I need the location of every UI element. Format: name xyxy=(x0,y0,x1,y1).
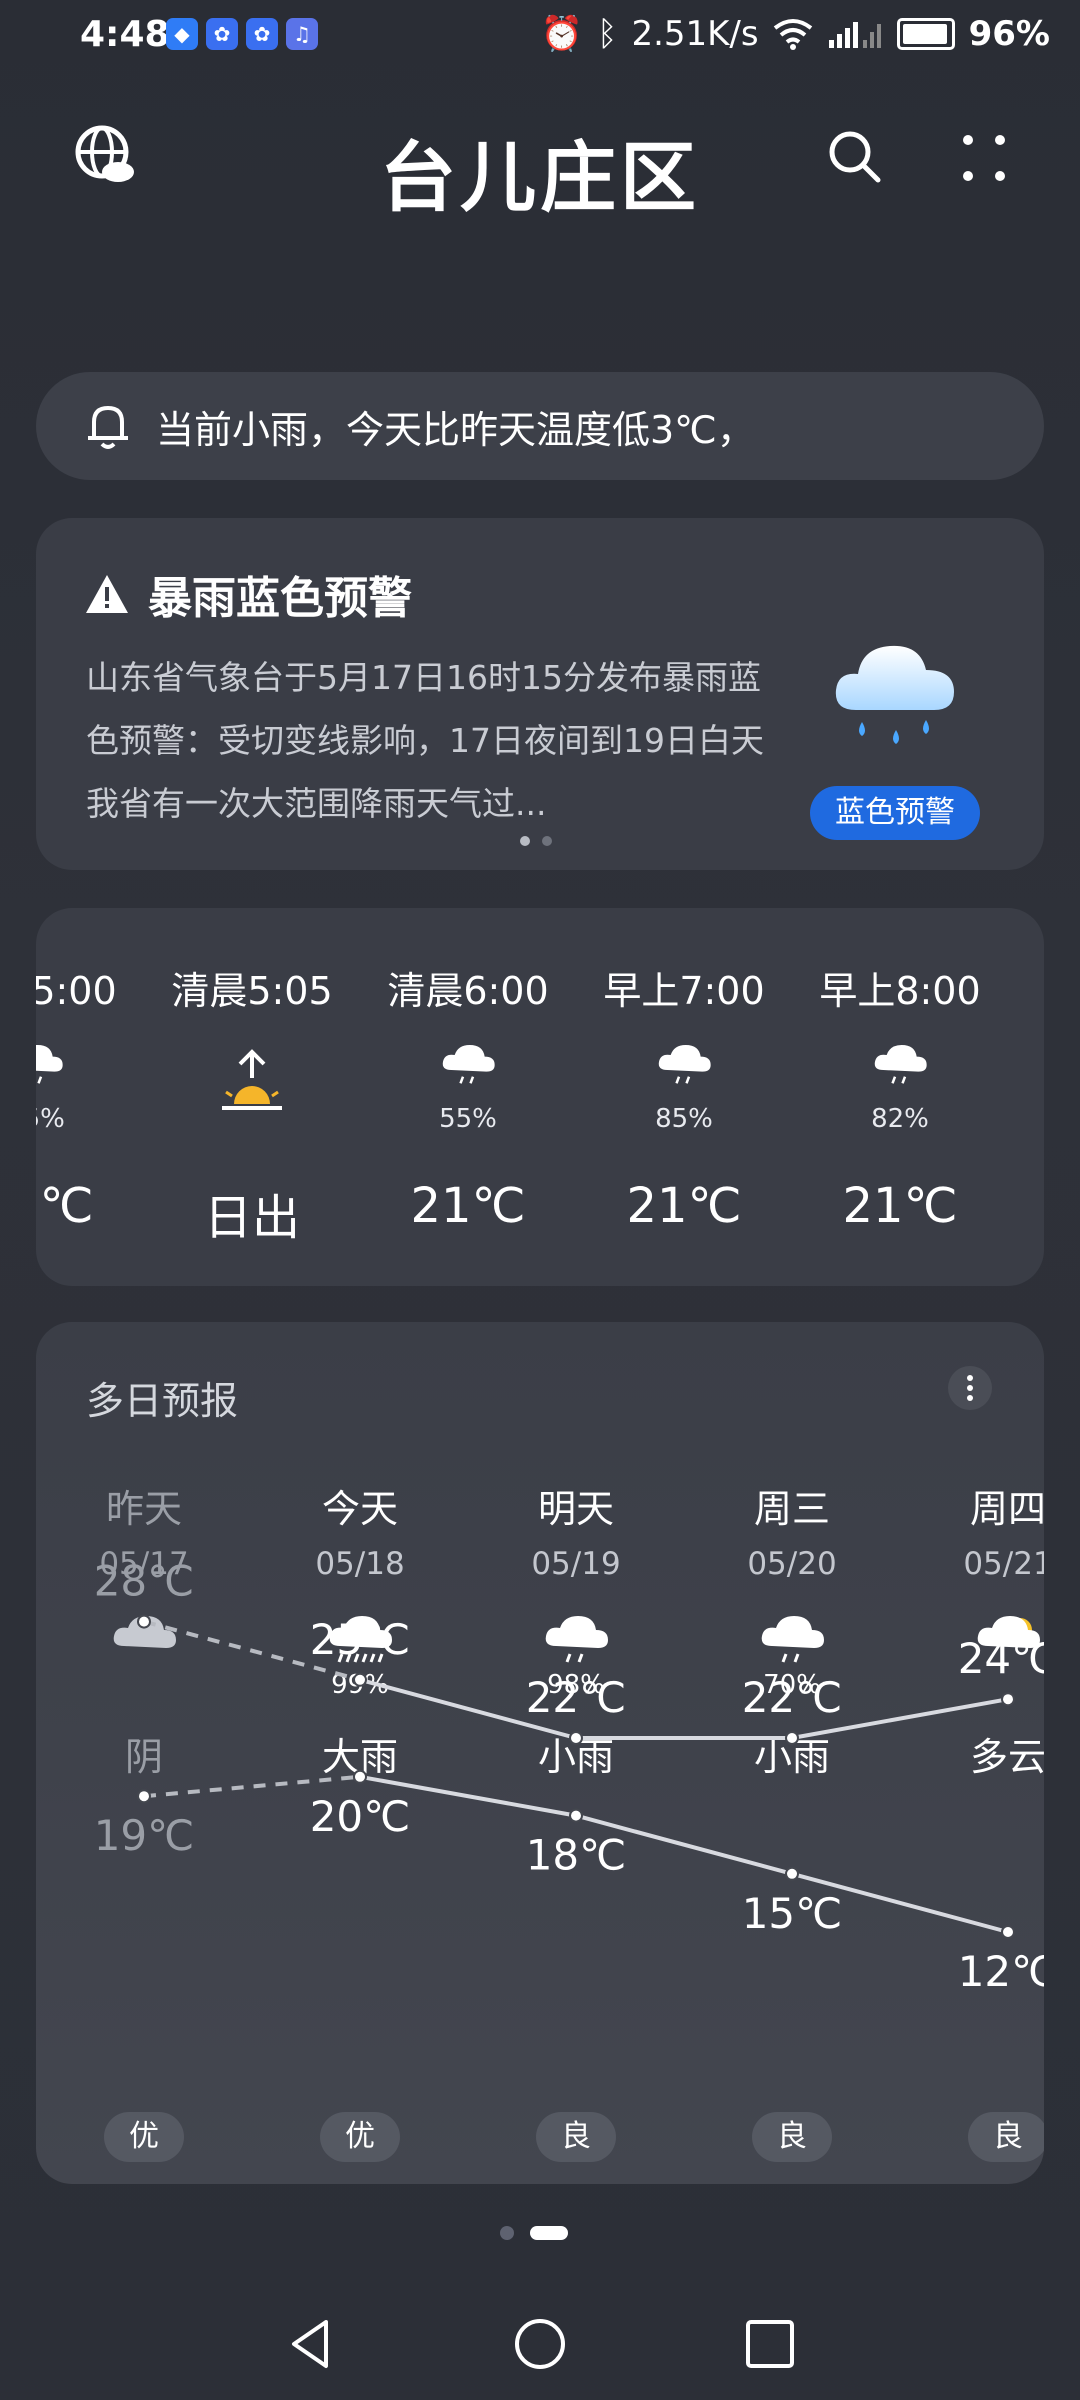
high-temp-point xyxy=(353,1672,367,1687)
low-temp-label: 12℃ xyxy=(958,1947,1044,1996)
page-dot xyxy=(520,836,530,846)
pager-dot[interactable] xyxy=(500,2226,514,2240)
high-temp-label: 28℃ xyxy=(94,1557,195,1606)
header: 台儿庄区 xyxy=(0,100,1080,222)
high-temp-point xyxy=(785,1731,799,1745)
navigation-bar xyxy=(0,2290,1080,2400)
paw-app-icon-2: ✿ xyxy=(246,18,278,50)
alert-level-badge: 蓝色预警 xyxy=(810,786,980,840)
bell-icon xyxy=(88,405,128,449)
hourly-item: 早上8:00 82% 21℃ xyxy=(792,908,1008,1286)
status-time: 4:48 xyxy=(80,14,170,55)
home-icon[interactable] xyxy=(510,2314,570,2374)
page-dot xyxy=(542,836,552,846)
hour-time: 清晨5:05 xyxy=(171,969,333,1013)
cloud-rain-icon xyxy=(835,645,954,744)
hour-precipitation: 85% xyxy=(655,1104,713,1134)
status-bar: 4:48 ◆ ✿ ✿ ♫ ⏰ ᛒ 2.51K/s 96% xyxy=(0,0,1080,72)
temperature-chart: 28℃ 25℃ 22℃ 22℃ 24℃ 19℃ 20℃ 18℃ 15℃ 12℃ xyxy=(94,1557,1044,1996)
hour-temperature: 日出 xyxy=(203,1190,300,1246)
low-temp-point xyxy=(137,1789,151,1804)
shield-app-icon: ◆ xyxy=(166,18,198,50)
hour-time: 早上7:00 xyxy=(603,969,765,1013)
paw-app-icon: ✿ xyxy=(206,18,238,50)
pager-dot-active[interactable] xyxy=(530,2226,568,2240)
hourly-item: 清晨6:00 55% 21℃ xyxy=(360,908,576,1286)
rain-cloud-icon xyxy=(874,1045,927,1084)
low-temp-label: 18℃ xyxy=(526,1831,627,1880)
hourly-item: 早上7:00 85% 21℃ xyxy=(576,908,792,1286)
low-temp-point xyxy=(785,1866,799,1881)
page-title: 台儿庄区 xyxy=(380,133,700,222)
music-app-icon: ♫ xyxy=(286,18,318,50)
notice-text: 当前小雨，今天比昨天温度低3℃， xyxy=(156,407,755,452)
hour-time: 清晨6:00 xyxy=(387,969,549,1013)
alert-title-row: 暴雨蓝色预警 xyxy=(84,562,412,626)
hourly-item: 凌晨5:00 55% 22℃ xyxy=(36,908,144,1286)
wifi-icon xyxy=(773,19,812,50)
hour-time: 早上8:00 xyxy=(819,969,981,1013)
hour-precipitation: 55% xyxy=(36,1104,65,1134)
high-temp-point xyxy=(137,1614,151,1629)
weather-alert-card[interactable]: 暴雨蓝色预警 山东省气象台于5月17日16时15分发布暴雨蓝色预警：受切变线影响… xyxy=(36,518,1044,870)
status-right: ⏰ ᛒ 2.51K/s 96% xyxy=(541,14,1050,54)
warning-icon xyxy=(86,575,128,613)
search-icon[interactable] xyxy=(824,126,884,186)
hour-temperature: 22℃ xyxy=(36,1178,94,1234)
high-temp-label: 25℃ xyxy=(310,1615,411,1664)
location-pager xyxy=(500,2226,568,2240)
weather-notice[interactable]: 当前小雨，今天比昨天温度低3℃， xyxy=(36,372,1044,480)
alert-body: 山东省气象台于5月17日16时15分发布暴雨蓝色预警：受切变线影响，17日夜间到… xyxy=(86,658,764,823)
low-temp-label: 20℃ xyxy=(310,1792,411,1841)
hourly-forecast-card[interactable]: 凌晨5:0055%22℃清晨5:05 日出清晨6:0055%21℃早上7:008… xyxy=(36,908,1044,1286)
alarm-icon: ⏰ xyxy=(540,14,584,54)
hour-temperature: 21℃ xyxy=(410,1178,526,1234)
alert-page-dots xyxy=(520,836,552,846)
high-temp-point xyxy=(1001,1692,1015,1707)
rain-cloud-icon xyxy=(36,1045,63,1084)
network-speed: 2.51K/s xyxy=(631,14,759,54)
hour-temperature: 21℃ xyxy=(842,1178,958,1234)
rain-cloud-icon xyxy=(658,1045,711,1084)
low-temp-label: 19℃ xyxy=(94,1811,195,1860)
hour-time: 凌晨5:00 xyxy=(36,969,117,1013)
high-temp-label: 22℃ xyxy=(742,1673,843,1722)
signal-icon xyxy=(828,22,881,48)
daily-forecast-card[interactable]: 多日预报 昨天05/17阴优今天05/1899%大雨优明天05/1998%小雨良… xyxy=(36,1322,1044,2184)
back-icon[interactable] xyxy=(282,2314,342,2374)
battery-fill xyxy=(902,24,947,44)
battery-icon xyxy=(896,18,955,50)
sunrise-icon xyxy=(222,1049,282,1110)
notification-icons: ◆ ✿ ✿ ♫ xyxy=(166,18,318,50)
hour-precipitation: 55% xyxy=(439,1104,497,1134)
high-temp-point xyxy=(569,1731,583,1745)
low-temp-label: 15℃ xyxy=(742,1889,843,1938)
low-temp-point xyxy=(1001,1925,1015,1939)
rain-cloud-icon xyxy=(442,1045,495,1084)
hour-temperature: 21℃ xyxy=(626,1178,742,1234)
more-icon[interactable] xyxy=(958,128,1010,188)
low-temp-point xyxy=(569,1808,583,1823)
high-temp-label: 24℃ xyxy=(958,1634,1044,1683)
battery-percent: 96% xyxy=(968,14,1050,54)
hourly-item: 清晨5:05 日出 xyxy=(144,908,360,1286)
bluetooth-icon: ᛒ xyxy=(597,14,618,54)
recent-apps-icon[interactable] xyxy=(740,2314,800,2374)
high-temp-label: 22℃ xyxy=(526,1673,627,1722)
alert-title: 暴雨蓝色预警 xyxy=(148,573,412,624)
low-temp-point xyxy=(353,1769,367,1784)
hour-precipitation: 82% xyxy=(871,1104,929,1134)
